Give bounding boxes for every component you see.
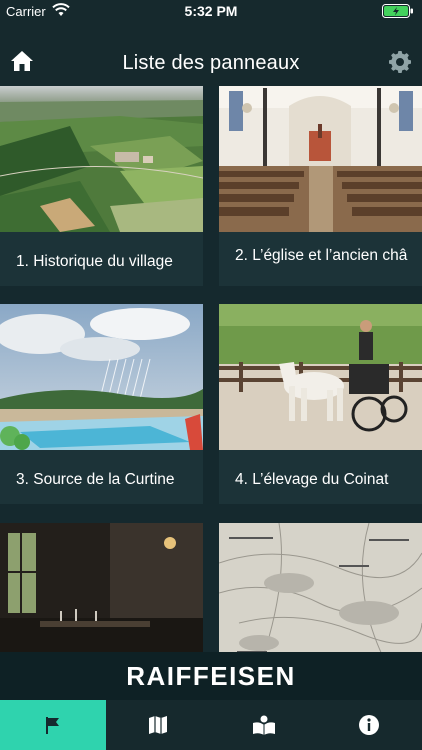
tab-guide[interactable] — [211, 700, 317, 750]
restaurant-interior-image — [0, 523, 203, 652]
page-title: Liste des panneaux — [122, 52, 300, 74]
flag-icon — [45, 717, 59, 734]
horse-carriage-image — [219, 304, 422, 450]
panel-tile-1[interactable]: 1. Historique du village — [0, 86, 203, 286]
info-icon — [359, 715, 380, 735]
water-cycle-image — [0, 304, 203, 450]
panel-title: 2. L’église et l’ancien châ — [235, 247, 408, 264]
status-time: 5:32 PM — [184, 3, 238, 19]
book-icon — [252, 715, 275, 735]
panel-tile-3[interactable]: 3. Source de la Curtine — [0, 304, 203, 504]
gear-icon[interactable] — [388, 50, 412, 74]
battery-icon — [382, 4, 413, 18]
panel-tile-6[interactable] — [219, 523, 422, 652]
panel-tile-2[interactable]: 2. L’église et l’ancien châ — [219, 86, 422, 286]
aerial-village-image — [0, 86, 203, 232]
navigation-bar: Liste des panneaux — [0, 22, 422, 86]
brand-logo: RAIFFEISEN — [126, 661, 296, 691]
tab-bar — [0, 700, 422, 750]
panel-title: 3. Source de la Curtine — [16, 471, 175, 488]
panel-tile-4[interactable]: 4. L’élevage du Coinat — [219, 304, 422, 504]
panel-title: 1. Historique du village — [16, 253, 173, 270]
brand-banner: RAIFFEISEN — [0, 652, 422, 700]
old-map-image — [219, 523, 422, 652]
status-bar: Carrier 5:32 PM — [0, 0, 422, 22]
church-interior-image — [219, 86, 422, 232]
tab-info[interactable] — [317, 700, 422, 750]
panel-title: 4. L’élevage du Coinat — [235, 471, 389, 488]
panel-tile-5[interactable] — [0, 523, 203, 652]
map-icon — [149, 716, 168, 734]
tab-panels[interactable] — [0, 700, 106, 750]
tab-map[interactable] — [106, 700, 212, 750]
panel-grid: 1. Historique du village 2. L’église et … — [0, 86, 422, 652]
